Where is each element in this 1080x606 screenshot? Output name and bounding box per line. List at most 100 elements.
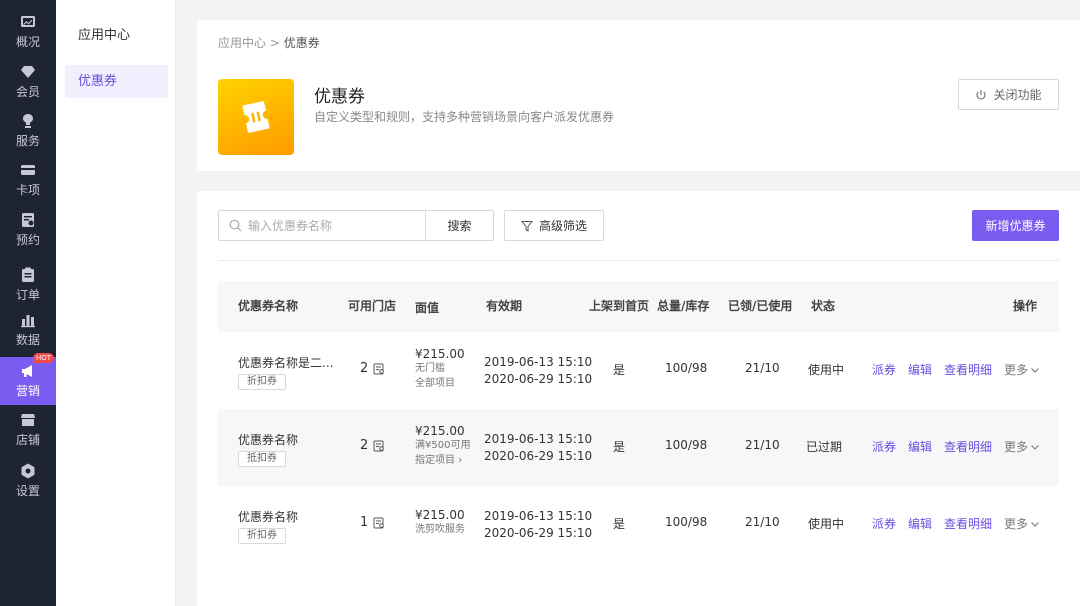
store-count[interactable]: 1 — [360, 515, 385, 530]
app-header-card: 应用中心 > 优惠券 优惠券 自定义类型和规则，支持多种营销场景向客户派发优惠券… — [197, 20, 1080, 171]
face-scope-link[interactable]: 指定项目 › — [415, 453, 470, 468]
row-actions: 派券 编辑 查看明细 更多 — [872, 515, 1040, 532]
distribute-link[interactable]: 派券 — [872, 361, 896, 378]
submenu-item-coupon[interactable]: 优惠券 — [65, 65, 168, 98]
face-condition: 洗剪吹服务 — [415, 524, 465, 535]
submenu-title[interactable]: 应用中心 — [78, 24, 130, 43]
shelf-home: 是 — [613, 363, 626, 377]
breadcrumb-root[interactable]: 应用中心 — [218, 36, 266, 50]
edit-link[interactable]: 编辑 — [908, 515, 932, 532]
more-dropdown[interactable]: 更多 — [1004, 438, 1040, 455]
more-label: 更多 — [1004, 517, 1029, 531]
face-value: ¥215.00 满¥500可用 指定项目 › — [415, 424, 470, 468]
total-stock: 100/98 — [665, 361, 708, 375]
edit-link[interactable]: 编辑 — [908, 438, 932, 455]
face-amount: ¥215.00 — [415, 347, 465, 361]
row-actions: 派券 编辑 查看明细 更多 — [872, 438, 1040, 455]
validity-period: 2019-06-13 15:10 2020-06-29 15:10 — [484, 354, 592, 388]
filter-icon — [520, 220, 533, 232]
shelf-home: 是 — [613, 440, 626, 454]
appointment-icon — [19, 212, 37, 228]
search-box[interactable] — [218, 210, 426, 241]
face-scope: 指定项目 — [415, 455, 455, 466]
more-dropdown[interactable]: 更多 — [1004, 361, 1040, 378]
view-detail-link[interactable]: 查看明细 — [944, 438, 992, 455]
close-feature-label: 关闭功能 — [993, 88, 1042, 102]
claimed-used: 21/10 — [745, 361, 780, 375]
total-stock: 100/98 — [665, 515, 708, 529]
store-count-value: 2 — [360, 361, 369, 376]
nav-item-card[interactable]: 卡项 — [0, 156, 56, 204]
claimed-used: 21/10 — [745, 438, 780, 452]
store-count[interactable]: 2 — [360, 361, 385, 376]
nav-item-appointment[interactable]: 预约 — [0, 206, 56, 254]
nav-item-marketing[interactable]: HOT 营销 — [0, 353, 56, 405]
add-coupon-button[interactable]: 新增优惠券 — [972, 210, 1059, 241]
coupon-name: 优惠券名称 — [238, 510, 299, 524]
more-label: 更多 — [1004, 363, 1029, 377]
coupon-name: 优惠券名称 — [238, 433, 299, 447]
nav-item-overview[interactable]: 概况 — [0, 8, 56, 56]
settings-icon — [19, 463, 37, 479]
edit-link[interactable]: 编辑 — [908, 361, 932, 378]
claimed-used: 21/10 — [745, 515, 780, 529]
face-condition: 无门槛 — [415, 363, 445, 374]
card-icon — [19, 162, 37, 178]
distribute-link[interactable]: 派券 — [872, 438, 896, 455]
table-row: 优惠券名称是二... 折扣券 2 ¥215.00 无门槛 全部项目 2019-0… — [218, 332, 1059, 409]
face-amount: ¥215.00 — [415, 424, 465, 438]
distribute-link[interactable]: 派券 — [872, 515, 896, 532]
chevron-down-icon — [1031, 367, 1039, 373]
coupon-list-card: 搜索 高级筛选 新增优惠券 优惠券名称 可用门店 面值 有效期 上架到首页 总量… — [197, 191, 1080, 606]
table-row: 优惠券名称 折扣券 1 ¥215.00 洗剪吹服务 2019-06-13 15:… — [218, 486, 1059, 563]
store-count[interactable]: 2 — [360, 438, 385, 453]
face-value: ¥215.00 洗剪吹服务 — [415, 508, 465, 537]
table-header: 优惠券名称 可用门店 面值 有效期 上架到首页 总量/库存 已领/已使用 状态 … — [218, 281, 1059, 332]
nav-item-service[interactable]: 服务 — [0, 107, 56, 155]
marketing-icon — [19, 363, 37, 379]
store-list-icon — [373, 440, 385, 451]
col-actions: 操作 — [1013, 299, 1038, 313]
close-feature-button[interactable]: 关闭功能 — [958, 79, 1059, 110]
view-detail-link[interactable]: 查看明细 — [944, 361, 992, 378]
advanced-filter-label: 高级筛选 — [538, 219, 587, 233]
store-list-icon — [373, 517, 385, 528]
nav-item-settings[interactable]: 设置 — [0, 457, 56, 505]
valid-start: 2019-06-13 15:10 — [484, 432, 593, 446]
valid-end: 2020-06-29 15:10 — [484, 372, 593, 386]
service-icon — [19, 113, 37, 129]
search-button[interactable]: 搜索 — [425, 210, 494, 241]
coupon-type-tag: 抵扣券 — [238, 451, 286, 467]
col-total-stock: 总量/库存 — [657, 299, 710, 313]
sub-menu: 应用中心 优惠券 — [56, 0, 176, 606]
nav-item-store[interactable]: 店铺 — [0, 406, 56, 454]
status-badge: 使用中 — [808, 363, 845, 377]
status-badge: 已过期 — [806, 440, 843, 454]
validity-period: 2019-06-13 15:10 2020-06-29 15:10 — [484, 508, 592, 542]
toolbar-divider — [218, 260, 1059, 261]
advanced-filter-button[interactable]: 高级筛选 — [504, 210, 604, 241]
face-value: ¥215.00 无门槛 全部项目 — [415, 347, 465, 391]
breadcrumb-current: 优惠券 — [283, 36, 320, 50]
nav-item-data[interactable]: 数据 — [0, 306, 56, 354]
nav-item-member[interactable]: 会员 — [0, 58, 56, 106]
valid-start: 2019-06-13 15:10 — [484, 509, 593, 523]
coupon-app-logo — [218, 79, 294, 155]
breadcrumb-separator: > — [269, 36, 280, 50]
store-count-value: 1 — [360, 515, 369, 530]
valid-end: 2020-06-29 15:10 — [484, 526, 593, 540]
table-row: 优惠券名称 抵扣券 2 ¥215.00 满¥500可用 指定项目 › 2019-… — [218, 409, 1059, 486]
col-stores: 可用门店 — [348, 299, 397, 313]
col-shelf-home: 上架到首页 — [589, 299, 650, 313]
page-title: 优惠券 — [314, 87, 365, 107]
more-dropdown[interactable]: 更多 — [1004, 515, 1040, 532]
search-input[interactable] — [248, 218, 418, 233]
validity-period: 2019-06-13 15:10 2020-06-29 15:10 — [484, 431, 592, 465]
hot-badge: HOT — [32, 353, 54, 363]
view-detail-link[interactable]: 查看明细 — [944, 515, 992, 532]
chevron-down-icon — [1031, 521, 1039, 527]
total-stock: 100/98 — [665, 438, 708, 452]
chevron-down-icon — [1031, 444, 1039, 450]
power-icon — [976, 89, 987, 100]
nav-item-order[interactable]: 订单 — [0, 261, 56, 309]
